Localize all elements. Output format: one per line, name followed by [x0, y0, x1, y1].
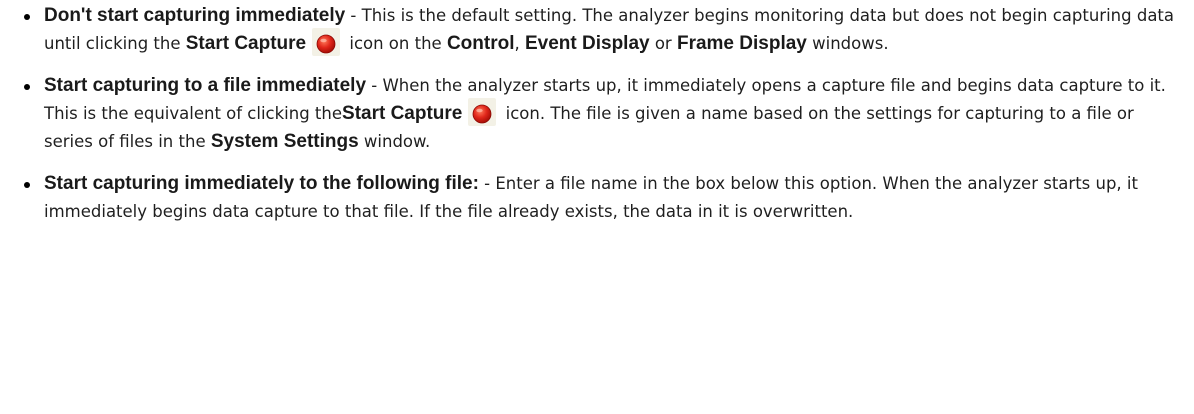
or-text: or [649, 34, 677, 53]
bullet-icon [24, 14, 30, 20]
start-capture-label: Start Capture [342, 103, 463, 124]
event-display-label: Event Display [524, 33, 650, 54]
option-description-cont: icon on the [344, 34, 447, 53]
windows-text: windows. [806, 34, 889, 53]
list-item-dont-start: Don't start capturing immediately - This… [24, 2, 1184, 58]
control-window-label: Control [446, 33, 515, 54]
start-capture-label: Start Capture [185, 33, 307, 54]
option-term: Start capturing immediately to the follo… [44, 173, 479, 194]
separator: - [345, 6, 362, 25]
capture-options-list: Don't start capturing immediately - This… [24, 2, 1184, 226]
list-item-start-following-file: Start capturing immediately to the follo… [24, 170, 1184, 226]
option-term: Don't start capturing immediately [44, 5, 346, 26]
start-capture-icon [468, 98, 497, 126]
bullet-icon [24, 84, 30, 90]
bullet-icon [24, 182, 30, 188]
window-text: window. [358, 132, 431, 151]
separator: - [478, 174, 496, 193]
list-item-start-to-file: Start capturing to a file immediately - … [24, 72, 1184, 156]
start-capture-icon [312, 28, 341, 56]
frame-display-label: Frame Display [676, 33, 807, 54]
content-area: Don't start capturing immediately - This… [0, 0, 1194, 226]
system-settings-label: System Settings [210, 131, 359, 152]
separator: - [366, 76, 383, 95]
option-term: Start capturing to a file immediately [44, 75, 367, 96]
comma-text: , [514, 34, 525, 53]
